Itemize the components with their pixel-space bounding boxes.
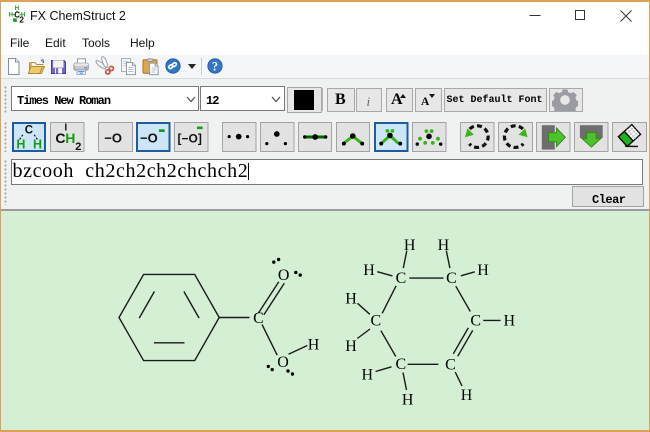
svg-text:H: H	[477, 262, 489, 279]
svg-text:C: C	[395, 356, 406, 373]
svg-text:H: H	[404, 237, 416, 254]
svg-text:H: H	[438, 237, 450, 254]
svg-text:C: C	[470, 313, 481, 330]
svg-text:H: H	[362, 366, 374, 383]
svg-text:H: H	[402, 391, 414, 408]
svg-text:O: O	[277, 354, 289, 371]
svg-text:O: O	[278, 267, 290, 284]
svg-text:C: C	[253, 310, 264, 327]
svg-text:C: C	[445, 356, 456, 373]
svg-text:H: H	[345, 338, 357, 355]
svg-text:C: C	[396, 270, 407, 287]
svg-text:H: H	[504, 313, 516, 330]
svg-text:H: H	[345, 290, 357, 307]
svg-text:H: H	[308, 337, 320, 354]
svg-text:C: C	[446, 270, 457, 287]
svg-text:H: H	[363, 262, 375, 279]
svg-text:H: H	[461, 387, 473, 404]
svg-text:C: C	[370, 313, 381, 330]
